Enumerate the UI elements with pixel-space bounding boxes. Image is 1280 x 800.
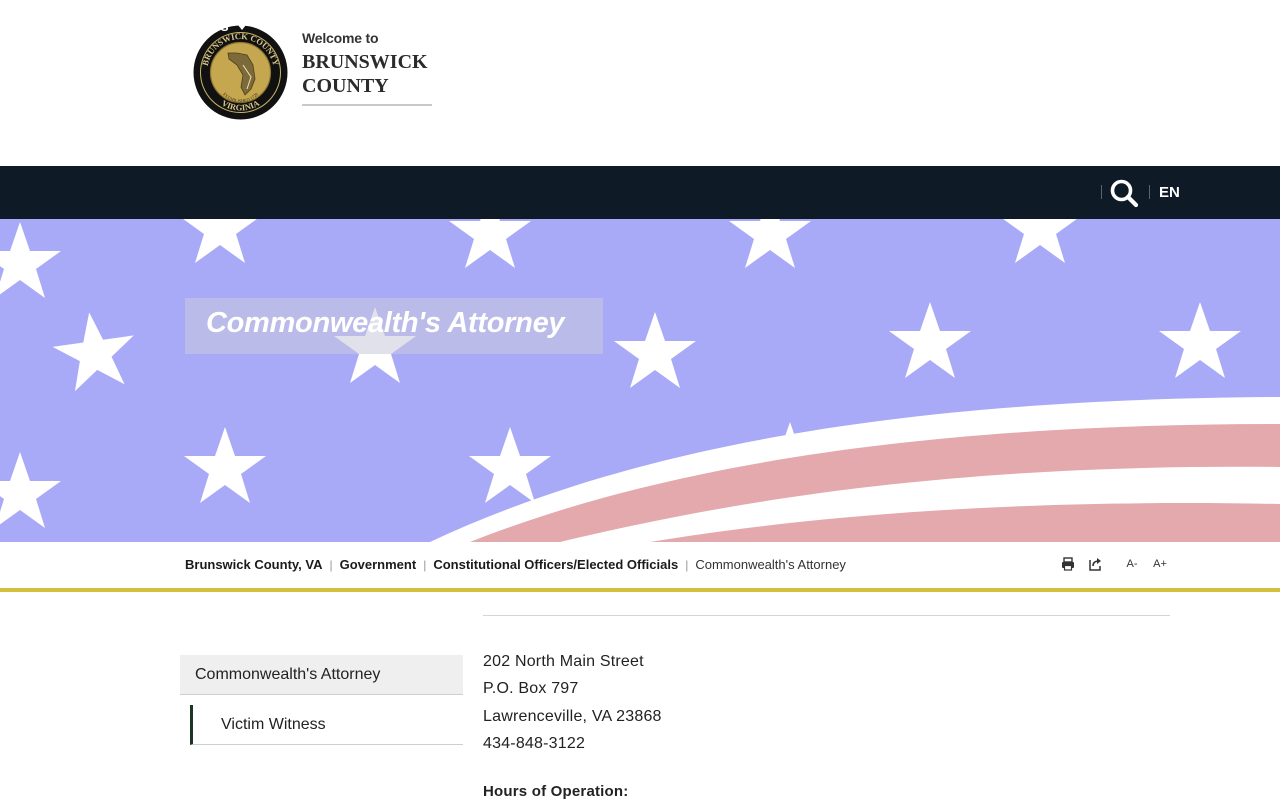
nav-item-about-us[interactable]: About Us: [162, 0, 246, 53]
address-po-box: P.O. Box 797: [483, 680, 579, 698]
search-icon[interactable]: [1108, 177, 1140, 209]
increase-font-button[interactable]: A+: [1151, 556, 1169, 572]
page-title: Commonwealth's Attorney: [206, 307, 565, 339]
breadcrumb-current: Commonwealth's Attorney: [695, 557, 846, 572]
share-icon[interactable]: [1087, 556, 1103, 572]
nav-divider: [1101, 185, 1102, 199]
caret-down-icon: [511, 25, 520, 30]
caret-down-icon: [1066, 25, 1075, 30]
main-nav: [0, 166, 1280, 219]
nav-item-label: Community: [420, 18, 503, 35]
breadcrumb: Brunswick County, VA | Government | Cons…: [185, 557, 846, 572]
hours-heading: Hours of Operation:: [483, 783, 629, 800]
sidebar-item-victim-witness[interactable]: Victim Witness: [190, 705, 463, 745]
nav-item-label: Government: [278, 18, 367, 35]
caret-down-icon: [617, 25, 626, 30]
nav-item-community[interactable]: Community: [420, 0, 520, 53]
breadcrumb-separator: |: [329, 557, 333, 572]
address-city-state-zip: Lawrenceville, VA 23868: [483, 707, 662, 725]
nav-item-brunswick-brief[interactable]: Brunswick Brief: [943, 0, 1075, 53]
breadcrumb-link-constitutional-officers[interactable]: Constitutional Officers/Elected Official…: [433, 557, 678, 572]
nav-item-how-do-i[interactable]: How Do I: [823, 0, 905, 53]
nav-item-visitors[interactable]: Visitors: [554, 0, 626, 53]
county-name-line-1: BRUNSWICK: [302, 51, 428, 73]
caret-down-icon: [237, 25, 246, 30]
breadcrumb-link-home[interactable]: Brunswick County, VA: [185, 557, 322, 572]
breadcrumb-separator: |: [685, 557, 689, 572]
sidebar-item-label: Victim Witness: [221, 716, 326, 733]
caret-down-icon: [784, 25, 793, 30]
caret-down-icon: [896, 25, 905, 30]
gold-divider: [0, 588, 1280, 592]
address-street: 202 North Main Street: [483, 653, 644, 670]
sidebar-item-commonwealths-attorney[interactable]: Commonwealth's Attorney: [180, 655, 463, 695]
nav-item-label: Brunswick Brief: [943, 18, 1058, 35]
hero-banner: Commonwealth's Attorney: [0, 219, 1280, 542]
nav-item-doing-business[interactable]: Doing Business: [662, 0, 793, 53]
nav-item-label: Home: [97, 18, 139, 35]
nav-item-home[interactable]: Home: [97, 0, 139, 53]
office-address: 202 North Main Street P.O. Box 797 Lawre…: [483, 648, 662, 757]
breadcrumb-link-government[interactable]: Government: [340, 557, 417, 572]
breadcrumb-separator: |: [423, 557, 427, 572]
nav-divider: [1149, 185, 1150, 199]
nav-item-label: Visitors: [554, 18, 609, 35]
flag-background-image: [0, 219, 1280, 542]
language-selector[interactable]: EN: [1159, 166, 1180, 219]
county-name-line-2: COUNTY: [302, 75, 389, 97]
caret-down-icon: [375, 25, 384, 30]
nav-item-label: Doing Business: [662, 18, 776, 35]
wordmark-divider: [302, 104, 432, 106]
office-phone[interactable]: 434-848-3122: [483, 730, 662, 757]
nav-item-label: About Us: [162, 18, 229, 35]
sidebar-item-label: Commonwealth's Attorney: [195, 666, 381, 683]
nav-item-label: How Do I: [823, 18, 888, 35]
decrease-font-button[interactable]: A-: [1124, 556, 1140, 572]
print-icon[interactable]: [1060, 556, 1076, 572]
nav-item-government[interactable]: Government: [278, 0, 384, 53]
content-divider: [483, 615, 1170, 616]
